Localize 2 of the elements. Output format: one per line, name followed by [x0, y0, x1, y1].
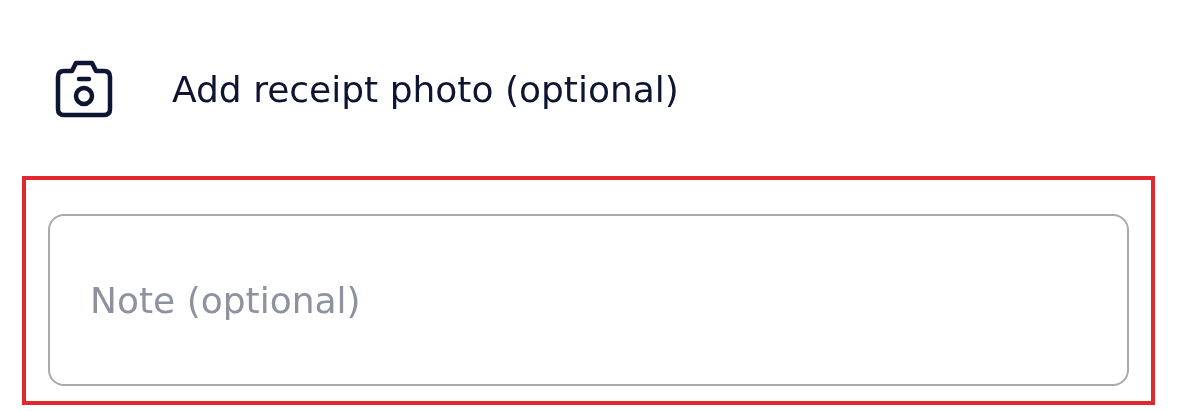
note-field[interactable]: Note (optional)	[48, 214, 1129, 386]
add-receipt-photo-button[interactable]: Add receipt photo (optional)	[52, 57, 679, 121]
